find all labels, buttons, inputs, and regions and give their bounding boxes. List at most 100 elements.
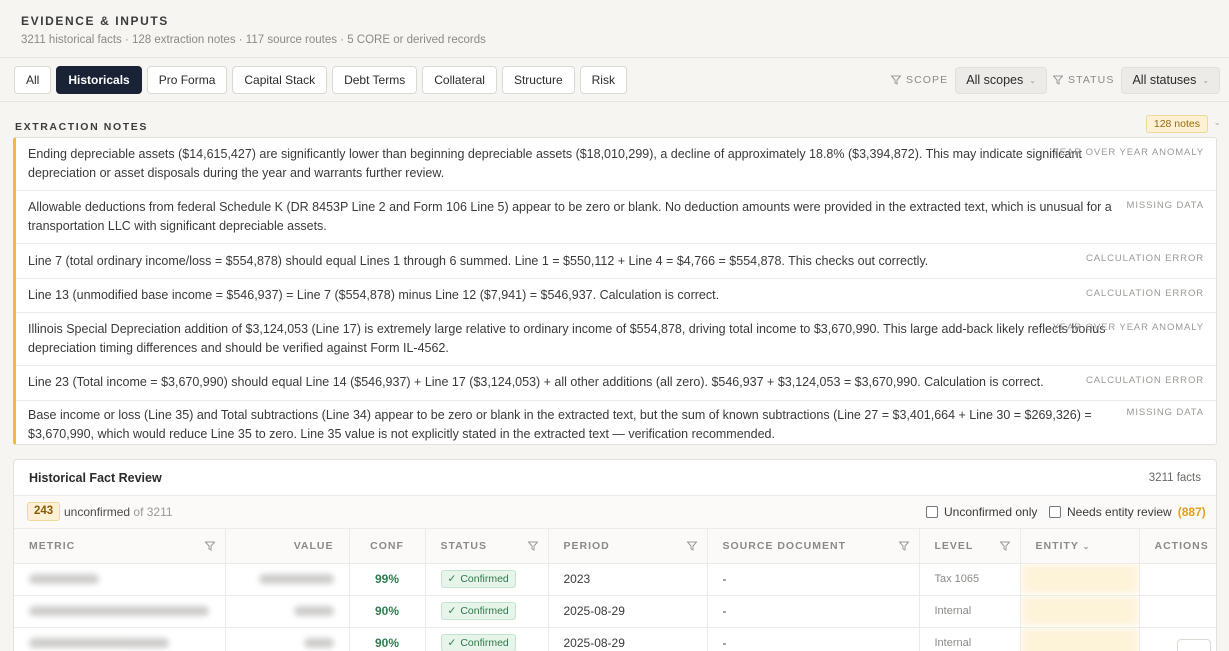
row-action-button[interactable] bbox=[1177, 639, 1211, 651]
table-row[interactable]: 90% ✓ Confirmed 2025-08-29 - Internal bbox=[14, 627, 1216, 651]
metric-cell bbox=[14, 595, 226, 628]
status-cell: ✓ Confirmed bbox=[425, 563, 549, 596]
note-type-tag: CALCULATION ERROR bbox=[1085, 253, 1204, 264]
list-item: Line 23 (Total income = $3,670,990) shou… bbox=[16, 366, 1216, 401]
source-cell: - bbox=[707, 595, 920, 628]
note-type-tag: MISSING DATA bbox=[1126, 200, 1204, 211]
status-filter-label: STATUS bbox=[1053, 74, 1114, 86]
funnel-icon[interactable] bbox=[686, 541, 697, 551]
level-cell: Tax 1065 bbox=[919, 563, 1021, 596]
status-select[interactable]: All statuses ⌄ bbox=[1121, 66, 1221, 94]
value-cell bbox=[225, 595, 350, 628]
unconfirmed-count-badge: 243 bbox=[27, 502, 61, 521]
check-icon: ✓ bbox=[447, 605, 457, 617]
unconfirmed-bar: 243 unconfirmed of 3211 Unconfirmed only… bbox=[14, 496, 1216, 529]
funnel-icon[interactable] bbox=[999, 541, 1010, 551]
facts-title: Historical Fact Review bbox=[29, 471, 162, 485]
table-row[interactable]: 90% ✓ Confirmed 2025-08-29 - Internal bbox=[14, 595, 1216, 628]
note-type-tag: CALCULATION ERROR bbox=[1085, 288, 1204, 299]
unconfirmed-label: unconfirmed of 3211 bbox=[64, 505, 173, 519]
funnel-icon bbox=[891, 75, 901, 85]
note-type-tag: YEAR OVER YEAR ANOMALY bbox=[1052, 322, 1204, 333]
status-cell: ✓ Confirmed bbox=[425, 627, 549, 651]
list-item: Allowable deductions from federal Schedu… bbox=[16, 191, 1216, 244]
page-subtitle: 3211 historical facts · 128 extraction n… bbox=[21, 34, 486, 46]
period-cell: 2025-08-29 bbox=[548, 595, 708, 628]
column-header-actions: ACTIONS bbox=[1139, 529, 1216, 564]
facts-header: Historical Fact Review 3211 facts bbox=[14, 460, 1216, 496]
level-cell: Internal bbox=[919, 595, 1021, 628]
tab-historicals[interactable]: Historicals bbox=[56, 66, 142, 94]
tab-pro-forma[interactable]: Pro Forma bbox=[146, 66, 228, 94]
note-type-tag: YEAR OVER YEAR ANOMALY bbox=[1052, 147, 1204, 158]
scope-select[interactable]: All scopes ⌄ bbox=[955, 66, 1047, 94]
source-cell: - bbox=[707, 563, 920, 596]
facts-table: METRIC VALUE CONF STATUS PERIOD SOURCE D… bbox=[14, 529, 1216, 651]
check-icon: ✓ bbox=[447, 637, 457, 649]
needs-entity-review-checkbox[interactable]: Needs entity review (887) bbox=[1049, 505, 1206, 519]
tab-risk[interactable]: Risk bbox=[579, 66, 627, 94]
value-cell bbox=[225, 563, 350, 596]
tab-collateral[interactable]: Collateral bbox=[422, 66, 497, 94]
scope-filter-label: SCOPE bbox=[891, 74, 948, 86]
column-header-level[interactable]: LEVEL bbox=[919, 529, 1021, 564]
funnel-icon[interactable] bbox=[527, 541, 538, 551]
historical-fact-review: Historical Fact Review 3211 facts 243 un… bbox=[13, 459, 1217, 651]
source-cell: - bbox=[707, 627, 920, 651]
conf-cell: 99% bbox=[349, 563, 426, 596]
tab-debt-terms[interactable]: Debt Terms bbox=[332, 66, 418, 94]
status-filter: STATUS All statuses ⌄ bbox=[1053, 66, 1221, 94]
entity-cell[interactable] bbox=[1020, 627, 1140, 651]
column-header-period[interactable]: PERIOD bbox=[548, 529, 708, 564]
checkbox-icon[interactable] bbox=[1049, 506, 1061, 518]
period-cell: 2023 bbox=[548, 563, 708, 596]
funnel-icon[interactable] bbox=[204, 541, 215, 551]
notes-count-badge: 128 notes bbox=[1145, 115, 1208, 133]
scope-filter: SCOPE All scopes ⌄ bbox=[891, 66, 1047, 94]
entity-cell[interactable] bbox=[1020, 595, 1140, 628]
status-badge[interactable]: ✓ Confirmed bbox=[440, 634, 516, 651]
value-cell bbox=[225, 627, 350, 651]
list-item: Line 13 (unmodified base income = $546,9… bbox=[16, 279, 1216, 313]
extraction-notes-title: EXTRACTION NOTES bbox=[15, 121, 148, 133]
category-tabs: All Historicals Pro Forma Capital Stack … bbox=[14, 66, 627, 94]
list-item: Ending depreciable assets ($14,615,427) … bbox=[16, 138, 1216, 191]
metric-cell bbox=[14, 563, 226, 596]
note-type-tag: MISSING DATA bbox=[1126, 407, 1204, 418]
column-header-entity[interactable]: ENTITY ⌄ bbox=[1020, 529, 1140, 564]
tab-all[interactable]: All bbox=[14, 66, 52, 94]
chevron-down-icon: ⌄ bbox=[1202, 75, 1210, 85]
column-header-source-document[interactable]: SOURCE DOCUMENT bbox=[707, 529, 920, 564]
filter-bar: All Historicals Pro Forma Capital Stack … bbox=[0, 58, 1229, 102]
chevron-down-icon: ⌄ bbox=[1029, 75, 1036, 85]
column-header-conf[interactable]: CONF bbox=[349, 529, 426, 564]
checkbox-icon[interactable] bbox=[926, 506, 938, 518]
check-icon: ✓ bbox=[447, 573, 457, 585]
column-header-status[interactable]: STATUS bbox=[425, 529, 549, 564]
chevron-down-icon[interactable]: ⌄ bbox=[1213, 117, 1221, 128]
funnel-icon[interactable] bbox=[898, 541, 909, 551]
status-badge[interactable]: ✓ Confirmed bbox=[440, 570, 516, 588]
actions-cell[interactable] bbox=[1139, 595, 1216, 628]
tab-structure[interactable]: Structure bbox=[501, 66, 575, 94]
funnel-icon bbox=[1053, 75, 1063, 85]
list-item: Base income or loss (Line 35) and Total … bbox=[28, 407, 1204, 441]
column-header-metric[interactable]: METRIC bbox=[14, 529, 226, 564]
tab-capital-stack[interactable]: Capital Stack bbox=[232, 66, 328, 94]
table-header-row: METRIC VALUE CONF STATUS PERIOD SOURCE D… bbox=[14, 529, 1216, 564]
conf-cell: 90% bbox=[349, 595, 426, 628]
note-type-tag: CALCULATION ERROR bbox=[1085, 375, 1204, 386]
unconfirmed-only-checkbox[interactable]: Unconfirmed only bbox=[926, 505, 1037, 519]
entity-cell[interactable] bbox=[1020, 563, 1140, 596]
status-badge[interactable]: ✓ Confirmed bbox=[440, 602, 516, 620]
column-header-value[interactable]: VALUE bbox=[225, 529, 350, 564]
extraction-notes-header[interactable]: EXTRACTION NOTES 128 notes ⌄ bbox=[15, 115, 1221, 133]
page-title: EVIDENCE & INPUTS bbox=[21, 14, 169, 28]
status-cell: ✓ Confirmed bbox=[425, 595, 549, 628]
period-cell: 2025-08-29 bbox=[548, 627, 708, 651]
actions-cell[interactable] bbox=[1139, 563, 1216, 596]
conf-cell: 90% bbox=[349, 627, 426, 651]
table-row[interactable]: 99% ✓ Confirmed 2023 - Tax 1065 bbox=[14, 563, 1216, 596]
level-cell: Internal bbox=[919, 627, 1021, 651]
list-item: Illinois Special Depreciation addition o… bbox=[16, 313, 1216, 366]
